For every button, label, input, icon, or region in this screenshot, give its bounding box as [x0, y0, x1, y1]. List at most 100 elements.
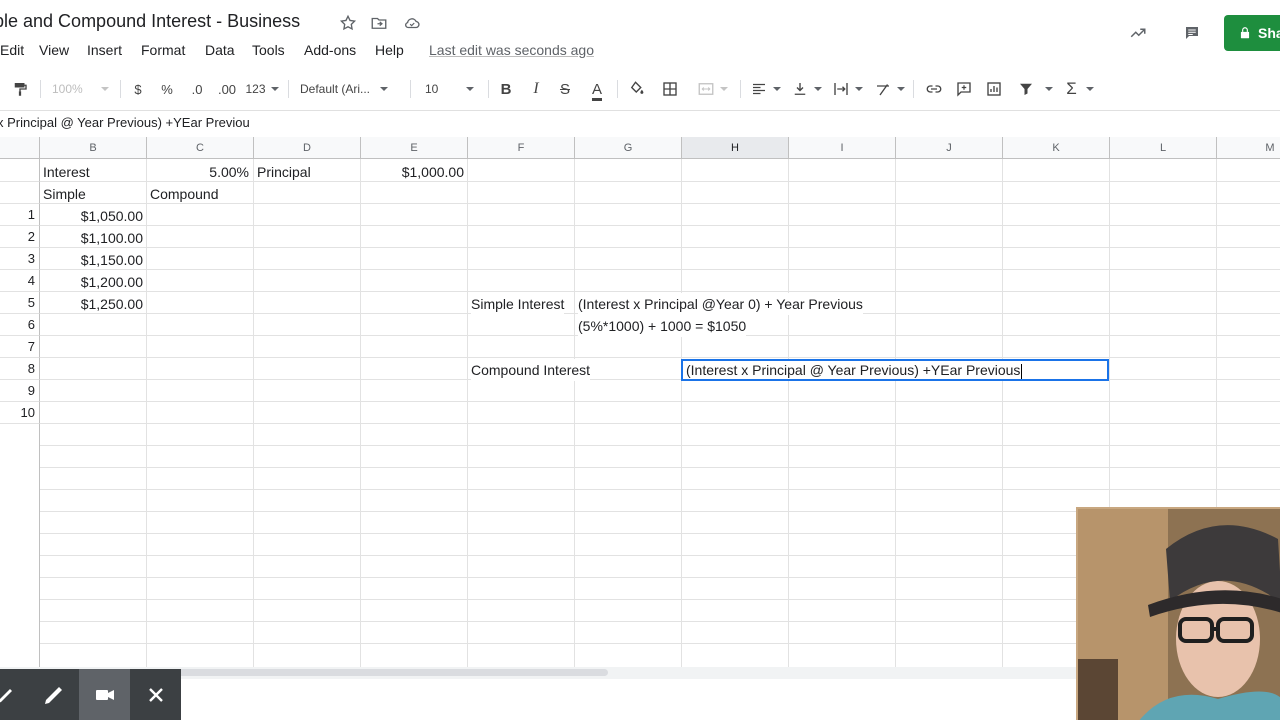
column-header-e[interactable]: E [361, 137, 468, 159]
active-cell-editor[interactable]: (Interest x Principal @ Year Previous) +… [681, 359, 1109, 381]
column-header-h[interactable]: H [682, 137, 789, 159]
column-header-b[interactable]: B [40, 137, 147, 159]
webcam-overlay [1076, 507, 1280, 720]
camera-icon[interactable] [79, 669, 130, 720]
document-title[interactable]: ple and Compound Interest - Business [0, 11, 300, 32]
strikethrough-button[interactable]: S [555, 74, 575, 104]
menu-format[interactable]: Format [141, 42, 185, 58]
increase-decimal-button[interactable]: .00 [215, 74, 239, 104]
row-header[interactable]: 6 [0, 314, 40, 336]
row-header-blank[interactable] [0, 160, 40, 182]
column-header-g[interactable]: G [575, 137, 682, 159]
cell-c-rate[interactable]: 5.00% [150, 161, 249, 183]
format-percent-button[interactable]: % [157, 74, 177, 104]
column-header-l[interactable]: L [1110, 137, 1217, 159]
menu-data[interactable]: Data [205, 42, 235, 58]
functions-button[interactable]: Σ [1062, 74, 1098, 104]
merge-cells-icon[interactable] [690, 74, 734, 104]
format-currency-button[interactable]: $ [128, 74, 148, 104]
column-header-m[interactable]: M [1217, 137, 1280, 159]
vertical-align-icon[interactable] [789, 74, 823, 104]
cell-g5[interactable]: (Interest x Principal @Year 0) + Year Pr… [578, 293, 863, 315]
row-header[interactable]: 3 [0, 248, 40, 270]
comments-icon[interactable] [1182, 23, 1202, 43]
text-wrap-icon[interactable] [830, 74, 864, 104]
insert-chart-icon[interactable] [982, 74, 1006, 104]
row-header[interactable]: 10 [0, 402, 40, 424]
formula-bar-content[interactable]: x Principal @ Year Previous) +YEar Previ… [0, 115, 250, 130]
highlighter-icon[interactable] [28, 669, 79, 720]
column-header-c[interactable]: C [147, 137, 254, 159]
share-label: Sha [1258, 25, 1280, 41]
cell-f5[interactable]: Simple Interest [471, 293, 565, 315]
font-family-value: Default (Ari... [300, 82, 371, 96]
column-header-j[interactable]: J [896, 137, 1003, 159]
row-header[interactable]: 2 [0, 226, 40, 248]
font-size-select[interactable]: 10 [420, 74, 480, 104]
cell-b-interest[interactable]: Interest [43, 161, 90, 183]
cell-d-principal[interactable]: Principal [257, 161, 311, 183]
text-color-button[interactable]: A [585, 74, 609, 104]
row-header[interactable]: 4 [0, 270, 40, 292]
row-header-blank [0, 424, 40, 667]
horizontal-align-icon[interactable] [748, 74, 782, 104]
cell-b5[interactable]: $1,250.00 [43, 293, 143, 315]
row-header[interactable]: 1 [0, 204, 40, 226]
row-header-blank[interactable] [0, 182, 40, 204]
cell-b3[interactable]: $1,150.00 [43, 249, 143, 271]
column-header-k[interactable]: K [1003, 137, 1110, 159]
share-button[interactable]: Sha [1224, 15, 1280, 51]
cell-b4[interactable]: $1,200.00 [43, 271, 143, 293]
row-header[interactable]: 8 [0, 358, 40, 380]
menu-view[interactable]: View [39, 42, 69, 58]
cell-f8[interactable]: Compound Interest [471, 359, 591, 381]
menu-help[interactable]: Help [375, 42, 404, 58]
cell-b-simple[interactable]: Simple [43, 183, 86, 205]
activity-trend-icon[interactable] [1128, 23, 1148, 43]
cell-g6[interactable]: (5%*1000) + 1000 = $1050 [578, 315, 747, 337]
corner-header[interactable] [0, 137, 40, 159]
row-header[interactable]: 9 [0, 380, 40, 402]
borders-icon[interactable] [659, 74, 681, 104]
insert-comment-icon[interactable] [952, 74, 976, 104]
recorder-toolbar [0, 669, 181, 720]
webcam-person-image [1078, 509, 1280, 720]
paint-format-icon[interactable] [8, 74, 32, 104]
pen-icon[interactable] [0, 669, 31, 720]
functions-label: Σ [1066, 79, 1077, 98]
star-icon[interactable] [338, 13, 358, 33]
cell-b2[interactable]: $1,100.00 [43, 227, 143, 249]
menu-tools[interactable]: Tools [252, 42, 285, 58]
cell-c-compound[interactable]: Compound [150, 183, 219, 205]
zoom-select[interactable]: 100% [52, 74, 114, 104]
column-header-d[interactable]: D [254, 137, 361, 159]
row-header[interactable]: 5 [0, 292, 40, 314]
menu-addons[interactable]: Add-ons [304, 42, 356, 58]
menu-edit[interactable]: Edit [0, 42, 24, 58]
cloud-saved-icon[interactable] [402, 13, 422, 33]
filter-icon[interactable] [1013, 74, 1057, 104]
lock-icon [1238, 26, 1252, 40]
column-header-i[interactable]: I [789, 137, 896, 159]
zoom-value: 100% [52, 82, 83, 96]
formula-bar[interactable]: x Principal @ Year Previous) +YEar Previ… [0, 110, 1280, 137]
column-header-f[interactable]: F [468, 137, 575, 159]
text-rotation-icon[interactable] [871, 74, 907, 104]
last-edit-link[interactable]: Last edit was seconds ago [429, 42, 594, 58]
close-icon[interactable] [130, 669, 181, 720]
font-family-select[interactable]: Default (Ari... [300, 74, 402, 104]
text-color-label: A [591, 80, 602, 98]
more-formats-select[interactable]: 123 [245, 74, 279, 104]
italic-button[interactable]: I [526, 74, 546, 104]
cell-b1[interactable]: $1,050.00 [43, 205, 143, 227]
row-header[interactable]: 7 [0, 336, 40, 358]
move-folder-icon[interactable] [369, 13, 389, 33]
menu-bar: Edit View Insert Format Data Tools Add-o… [0, 42, 640, 62]
fill-color-icon[interactable] [626, 74, 648, 104]
decrease-decimal-button[interactable]: .0 [186, 74, 208, 104]
bold-button[interactable]: B [496, 74, 516, 104]
cell-e-principal-value[interactable]: $1,000.00 [364, 161, 464, 183]
more-formats-label: 123 [245, 82, 266, 96]
insert-link-icon[interactable] [922, 74, 946, 104]
menu-insert[interactable]: Insert [87, 42, 122, 58]
